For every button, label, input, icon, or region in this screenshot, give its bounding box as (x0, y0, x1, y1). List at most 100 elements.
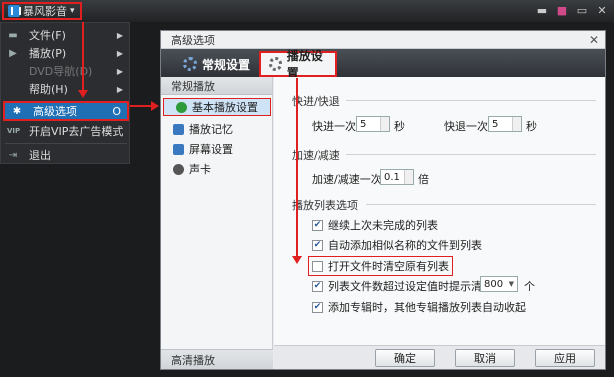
annotation-arrow (296, 78, 298, 258)
play-icon: ▶ (9, 47, 17, 59)
menu-item-label: 播放(P) (29, 47, 67, 60)
menu-item-label: 退出 (29, 149, 51, 162)
sidebar-item-playback-memory[interactable]: 播放记忆 (161, 120, 273, 138)
option-label: 打开文件时清空原有列表 (328, 260, 449, 273)
app-logo-icon (8, 5, 21, 17)
sidebar-item-basic-playback[interactable]: 基本播放设置 (163, 98, 271, 116)
menu-item-label: 高级选项 (33, 105, 77, 118)
vip-icon: VIP (7, 127, 21, 135)
menu-item-play[interactable]: ▶ 播放(P) ▶ (1, 43, 131, 63)
menu-item-advanced-options[interactable]: ✱ 高级选项 O (3, 101, 129, 121)
dialog-title-bar: 高级选项 (161, 31, 605, 49)
sidebar-header[interactable]: 常规播放 (161, 77, 272, 95)
submenu-arrow-icon: ▶ (116, 48, 123, 58)
main-menu: ▬ 文件(F) ▶ ▶ 播放(P) ▶ DVD导航(D) ▶ 帮助(H) ▶ ✱… (0, 22, 130, 164)
backward-unit: 秒 (526, 120, 537, 133)
cancel-button[interactable]: 取消 (455, 349, 515, 367)
sidebar-item-sound-card[interactable]: 声卡 (161, 160, 273, 178)
menu-item-vip[interactable]: VIP 开启VIP去广告模式 (1, 121, 131, 141)
submenu-arrow-icon: ▶ (116, 84, 123, 94)
option-label: 继续上次未完成的列表 (328, 219, 438, 232)
close-icon[interactable]: ✕ (596, 4, 608, 17)
list-limit-value: 800 (484, 278, 504, 290)
screen-icon (173, 143, 184, 155)
window-controls: ▬ ■ ▭ ✕ (536, 4, 608, 17)
option-collapse-albums[interactable]: ✔ 添加专辑时，其他专辑播放列表自动收起 (312, 299, 526, 315)
backward-seconds-spinner[interactable]: 5 (488, 116, 522, 132)
option-auto-add-similar[interactable]: ✔ 自动添加相似名称的文件到列表 (312, 237, 482, 253)
app-title: 暴风影音 (23, 5, 67, 18)
folder-icon: ▬ (8, 29, 18, 41)
checkbox[interactable]: ✔ (312, 301, 323, 313)
mini-mode-icon[interactable]: ▭ (576, 4, 588, 17)
annotation-arrowhead (78, 90, 88, 98)
speed-label: 加速/减速一次 (312, 173, 382, 186)
sidebar-item-screen-settings[interactable]: 屏幕设置 (161, 140, 273, 158)
option-continue-list[interactable]: ✔ 继续上次未完成的列表 (312, 217, 438, 233)
ok-button[interactable]: 确定 (375, 349, 435, 367)
option-cleanup-prompt[interactable]: ✔ 列表文件数超过设定值时提示清理 (312, 278, 493, 294)
speed-unit: 倍 (418, 173, 429, 186)
dialog-tabs: 常规设置 播放设置 (161, 49, 605, 80)
advanced-options-dialog: 高级选项 ✕ 常规设置 播放设置 常规播放 基本播放设置 播放记忆 屏幕设置 声… (160, 30, 606, 370)
list-limit-select[interactable]: 800 ▼ (480, 276, 518, 292)
submenu-arrow-icon: ▶ (116, 66, 123, 76)
settings-sidebar: 常规播放 基本播放设置 播放记忆 屏幕设置 声卡 高清播放 (161, 77, 273, 369)
checkbox[interactable] (312, 260, 323, 272)
speed-spinner[interactable]: 0.1 (380, 169, 414, 185)
list-limit-unit: 个 (524, 280, 535, 293)
tab-playback-settings[interactable]: 播放设置 (259, 49, 337, 80)
option-clear-list-on-open[interactable]: 打开文件时清空原有列表 (308, 256, 453, 276)
menu-item-label: 开启VIP去广告模式 (29, 125, 124, 138)
section-title-speed: 加速/减速 (292, 149, 340, 162)
dialog-button-bar: 确定 取消 应用 (274, 345, 605, 369)
sidebar-item-label: 声卡 (189, 163, 211, 176)
annotation-arrowhead (292, 256, 302, 264)
forward-seconds-spinner[interactable]: 5 (356, 116, 390, 132)
option-label: 添加专辑时，其他专辑播放列表自动收起 (328, 301, 526, 314)
sidebar-item-label: 基本播放设置 (192, 101, 258, 114)
section-divider (366, 204, 596, 205)
settings-content: 快进/快退 快进一次 5 秒 快退一次 5 秒 加速/减速 加速/减速一次 0.… (274, 77, 605, 345)
gear-icon (183, 57, 197, 71)
apply-button[interactable]: 应用 (535, 349, 595, 367)
option-label: 自动添加相似名称的文件到列表 (328, 239, 482, 252)
checkbox[interactable]: ✔ (312, 219, 323, 231)
skin-icon[interactable]: ■ (556, 4, 568, 17)
section-divider (346, 100, 596, 101)
menu-item-label: 帮助(H) (29, 83, 68, 96)
section-title-seek: 快进/快退 (292, 95, 340, 108)
menu-item-help[interactable]: 帮助(H) ▶ (1, 79, 131, 99)
checkbox[interactable]: ✔ (312, 239, 323, 251)
sidebar-footer-hd-playback[interactable]: 高清播放 (161, 349, 273, 369)
speed-value: 0.1 (384, 171, 400, 183)
menu-item-dvd[interactable]: DVD导航(D) ▶ (1, 61, 131, 81)
memory-icon (173, 123, 184, 135)
annotation-arrow (82, 22, 84, 92)
annotation-arrowhead (151, 101, 159, 111)
checkbox[interactable]: ✔ (312, 280, 323, 292)
annotation-arrow (130, 105, 152, 107)
title-bar: 暴风影音 ▾ ▬ ■ ▭ ✕ (0, 0, 614, 22)
gear-icon (269, 57, 282, 71)
gear-icon: ✱ (12, 105, 22, 117)
chevron-down-icon: ▾ (70, 6, 75, 16)
exit-icon: ⇥ (8, 149, 18, 161)
dialog-title: 高级选项 (171, 33, 215, 47)
minimize-icon[interactable]: ▬ (536, 4, 548, 17)
tab-general-settings[interactable]: 常规设置 (175, 52, 265, 76)
speaker-icon (173, 163, 184, 175)
menu-item-file[interactable]: ▬ 文件(F) ▶ (1, 25, 131, 45)
menu-divider (5, 143, 127, 144)
close-icon[interactable]: ✕ (589, 33, 599, 47)
section-divider (346, 154, 596, 155)
app-menu-button[interactable]: 暴风影音 ▾ (2, 2, 82, 20)
forward-value: 5 (360, 118, 367, 130)
forward-label: 快进一次 (312, 120, 356, 133)
menu-item-label: 文件(F) (29, 29, 66, 42)
submenu-arrow-icon: ▶ (116, 30, 123, 40)
menu-item-exit[interactable]: ⇥ 退出 (1, 145, 131, 165)
play-circle-icon (176, 101, 187, 113)
chevron-down-icon: ▼ (508, 280, 514, 288)
backward-label: 快退一次 (444, 120, 488, 133)
